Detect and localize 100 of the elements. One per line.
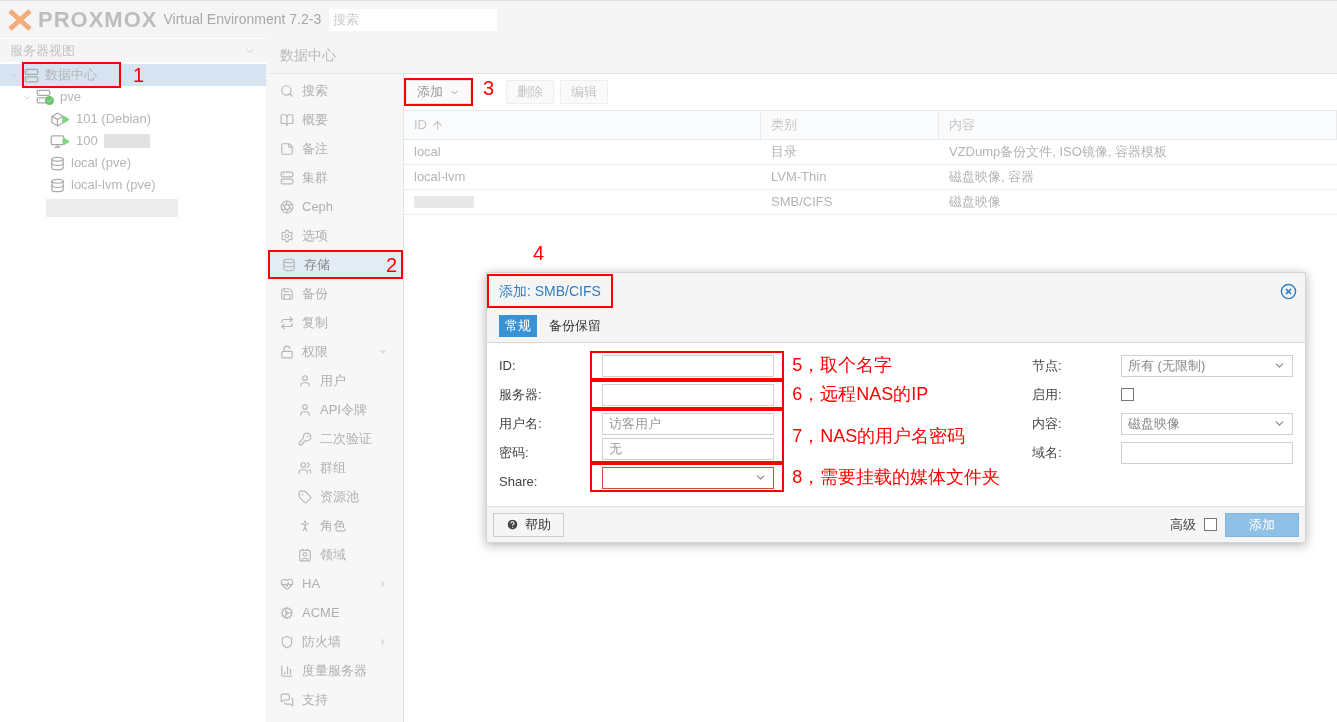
nav-item[interactable]: 复制 [268, 308, 403, 337]
select-field[interactable]: 磁盘映像 [1121, 412, 1293, 435]
toolbar-button[interactable]: 添加 [406, 80, 471, 104]
sort-arrow-icon [431, 118, 444, 132]
checkbox[interactable] [1121, 388, 1134, 401]
nav-item[interactable]: 搜索 [268, 76, 403, 105]
logo: PROXMOX [38, 6, 158, 34]
tab[interactable]: 常规 [499, 314, 537, 337]
nav-item[interactable]: 权限 [268, 337, 403, 366]
field-label: 服务器: [499, 385, 542, 404]
select-field[interactable] [602, 466, 775, 489]
nav-icon [298, 402, 312, 417]
nav-icon [280, 83, 294, 98]
table-cell-text: VZDump备份文件, ISO镜像, 容器模板 [949, 143, 1168, 162]
input-field[interactable] [602, 354, 775, 377]
field-label: Share: [499, 472, 538, 491]
nav-icon [280, 286, 294, 301]
cube-play-icon [50, 111, 70, 127]
annotation-number: 1 [133, 65, 145, 85]
field-label: 密码: [499, 443, 529, 462]
database-icon [50, 177, 65, 193]
nav-item[interactable]: 二次验证 [268, 424, 403, 453]
checkbox[interactable] [1204, 518, 1217, 531]
field-label: ID: [499, 356, 516, 375]
nav-icon [280, 199, 294, 214]
table-cell-text: LVM-Thin [771, 168, 827, 187]
nav-icon [280, 605, 294, 620]
x-logo-icon [8, 8, 32, 31]
nav-icon [298, 547, 312, 562]
nav-icon [298, 373, 312, 388]
nav-icon [280, 228, 294, 243]
nav-icon [282, 257, 296, 272]
tree-item[interactable]: local-lvm (pve) [71, 175, 156, 195]
table-cell-text: local-lvm [414, 168, 466, 187]
nav-icon [280, 692, 294, 707]
annotation-text: 6，远程NAS的IP [792, 383, 929, 406]
nav-icon [280, 634, 294, 649]
nav-item[interactable]: 领域 [268, 540, 403, 569]
tree-item[interactable]: local (pve) [71, 153, 131, 173]
nav-icon [298, 460, 312, 475]
nav-icon [280, 663, 294, 678]
nav-icon [298, 489, 312, 504]
tree-item[interactable]: 数据中心 [22, 62, 121, 88]
tab[interactable]: 备份保留 [543, 314, 607, 337]
annotation-number: 4 [533, 243, 545, 263]
nav-item[interactable]: 角色 [268, 511, 403, 540]
database-icon [50, 155, 65, 171]
annotation-number: 3 [483, 78, 495, 98]
annotation-text: 8，需要挂载的媒体文件夹 [792, 466, 1001, 489]
nav-item[interactable]: 备份 [268, 279, 403, 308]
nav-item[interactable]: HA [268, 569, 403, 598]
nav-item[interactable]: 资源池 [268, 482, 403, 511]
nav-icon [298, 431, 312, 446]
tree-item[interactable]: pve [60, 87, 81, 107]
nav-icon [280, 344, 294, 359]
annotation-number: 2 [385, 255, 397, 275]
dialog-title: 添加: SMB/CIFS [487, 274, 613, 308]
table-cell-text: SMB/CIFS [771, 193, 833, 212]
nav-icon [280, 141, 294, 156]
field-label: 内容: [1031, 414, 1062, 433]
nav-item[interactable]: API令牌 [268, 395, 403, 424]
field-label: 用户名: [499, 414, 542, 433]
nav-item[interactable]: 用户 [268, 366, 403, 395]
nav-item[interactable]: 群组 [268, 453, 403, 482]
input-field[interactable]: 无 [602, 437, 775, 460]
checkbox-label: 高级 [1170, 515, 1196, 534]
field-label: 节点: [1031, 356, 1062, 375]
nav-icon [298, 518, 312, 533]
breadcrumb-title: 数据中心 [280, 46, 336, 65]
table-cell-text: 目录 [771, 143, 797, 162]
input-field[interactable]: 访客用户 [602, 412, 775, 435]
input-field[interactable] [1121, 441, 1293, 464]
nav-icon [280, 576, 294, 591]
annotation-text: 7，NAS的用户名密码 [792, 424, 966, 448]
nav-icon [280, 315, 294, 330]
help-button[interactable]: 帮助 [493, 512, 564, 537]
nav-item[interactable]: 存储 2 [268, 250, 403, 279]
input-field[interactable] [602, 383, 775, 406]
tree-item[interactable]: 100 [76, 131, 98, 151]
select-field[interactable]: 所有 (无限制) [1121, 354, 1293, 377]
nav-item[interactable]: 备注 [268, 134, 403, 163]
nav-item[interactable]: ACME [268, 598, 403, 627]
version-text: Virtual Environment 7.2-3 [163, 10, 322, 29]
nav-item[interactable]: 集群 [268, 163, 403, 192]
annotation-text: 5，取个名字 [792, 354, 893, 377]
server-ok-icon [36, 89, 54, 105]
nav-item[interactable]: 选项 [268, 221, 403, 250]
nav-item[interactable]: 度量服务器 [268, 656, 403, 685]
nav-icon [280, 170, 294, 185]
server-icon [24, 67, 39, 83]
nav-item[interactable]: 支持 [268, 685, 403, 714]
table-cell-text: local [414, 143, 441, 162]
nav-item[interactable]: Ceph [268, 192, 403, 221]
table-cell-text: 磁盘映像 [949, 193, 1001, 212]
nav-item[interactable]: 防火墙 [268, 627, 403, 656]
monitor-play-icon [50, 133, 70, 149]
nav-item[interactable]: 概要 [268, 105, 403, 134]
nav-icon [280, 112, 294, 127]
close-icon[interactable] [1280, 282, 1297, 300]
tree-item[interactable]: 101 (Debian) [76, 109, 152, 129]
